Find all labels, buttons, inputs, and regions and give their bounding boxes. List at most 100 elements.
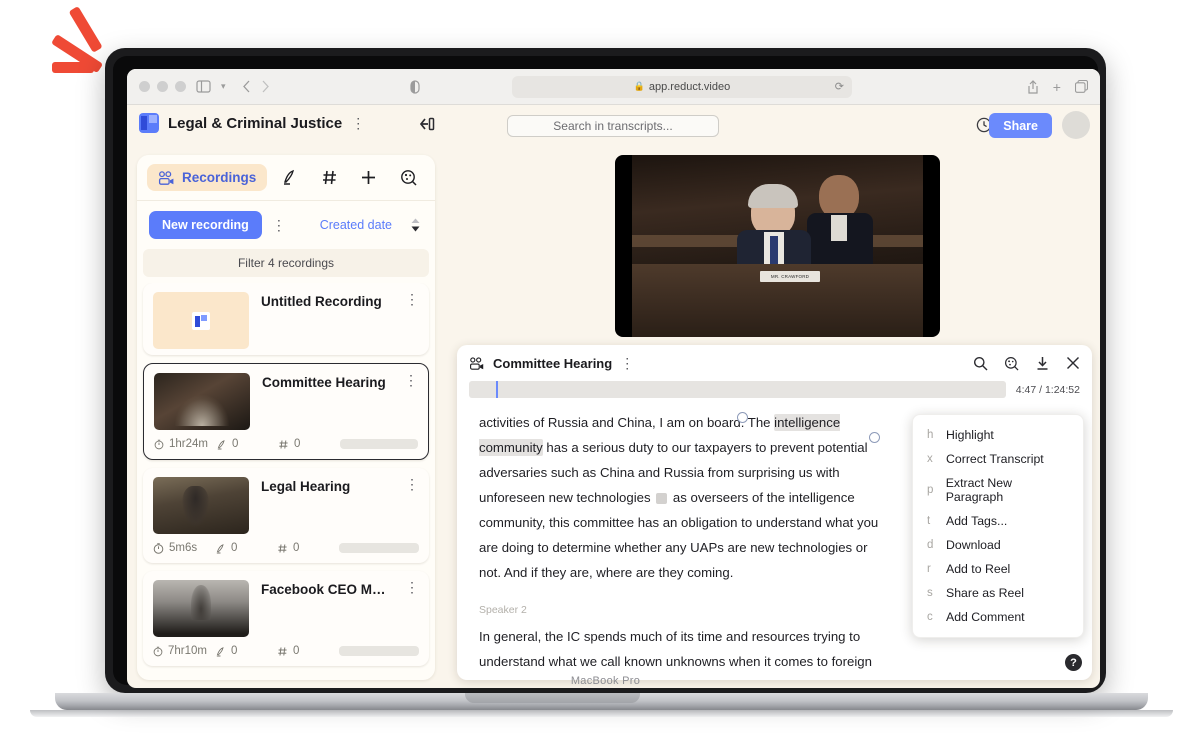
- laptop-screen: ▾ 🔒 app.reduct.video ⟳ + Legal & Crimina…: [127, 69, 1100, 688]
- menu-item-download[interactable]: d Download: [913, 533, 1083, 557]
- recording-menu-button[interactable]: ⋮: [404, 373, 418, 430]
- tags-count: 0: [293, 542, 300, 554]
- recording-title: Untitled Recording: [261, 294, 382, 309]
- menu-item-highlight[interactable]: h Highlight: [913, 423, 1083, 447]
- menu-item-correct-transcript[interactable]: x Correct Transcript: [913, 447, 1083, 471]
- recordings-sidebar: Recordings New recording ⋮ Created date …: [137, 155, 435, 680]
- device-label: MacBook Pro: [570, 675, 641, 687]
- minimize-window-button[interactable]: [157, 81, 168, 92]
- list-item[interactable]: Untitled Recording ⋮: [143, 283, 429, 355]
- transcript-panel: Committee Hearing ⋮ 4:47 / 1:24:52 activ…: [457, 345, 1092, 680]
- transcript-menu-button[interactable]: ⋮: [620, 356, 634, 370]
- recording-duration: 5m6s: [153, 542, 207, 554]
- share-icon[interactable]: [1027, 79, 1039, 94]
- recording-menu-button[interactable]: ⋮: [405, 477, 419, 534]
- menu-item-share-as-reel[interactable]: s Share as Reel: [913, 581, 1083, 605]
- recording-highlights: 0: [216, 438, 270, 450]
- recording-card-top: Untitled Recording ⋮: [143, 283, 429, 355]
- download-icon[interactable]: [1035, 356, 1050, 371]
- shortcut-key: r: [927, 563, 931, 575]
- transcript-paragraph-1[interactable]: activities of Russia and China, I am on …: [479, 410, 890, 585]
- hashtag-icon[interactable]: [313, 163, 346, 193]
- selection-handle-start[interactable]: [737, 412, 748, 423]
- laptop-lid: ▾ 🔒 app.reduct.video ⟳ + Legal & Crimina…: [105, 48, 1106, 693]
- brand-mark-bar: [52, 62, 94, 73]
- menu-item-add-tags[interactable]: t Add Tags...: [913, 509, 1083, 533]
- menu-item-label: Highlight: [946, 428, 994, 442]
- sort-arrows-icon[interactable]: [410, 218, 421, 232]
- sidebar-actions: New recording ⋮ Created date: [137, 201, 435, 249]
- new-recording-button[interactable]: New recording: [149, 211, 262, 239]
- video-person-background: [806, 175, 873, 270]
- laptop-bezel: ▾ 🔒 app.reduct.video ⟳ + Legal & Crimina…: [113, 56, 1100, 688]
- search-input[interactable]: Search in transcripts...: [507, 115, 719, 137]
- laptop-base-shadow: [30, 710, 1173, 717]
- transcript-context-menu[interactable]: h Highlight x Correct Transcript p Extra…: [912, 414, 1084, 638]
- recording-menu-button[interactable]: ⋮: [405, 580, 419, 637]
- menu-item-label: Extract New Paragraph: [945, 476, 1013, 504]
- video-player[interactable]: MR. CRAWFORD: [615, 155, 940, 337]
- forward-arrow-icon[interactable]: [261, 80, 270, 93]
- list-item[interactable]: Legal Hearing ⋮ 5m6s 0 0: [143, 468, 429, 563]
- plus-icon[interactable]: [352, 163, 385, 193]
- browser-toolbar: ▾ 🔒 app.reduct.video ⟳ +: [127, 69, 1100, 105]
- recording-card-top: Legal Hearing ⋮: [143, 468, 429, 540]
- project-header[interactable]: Legal & Criminal Justice ⋮: [139, 113, 365, 133]
- back-arrow-icon[interactable]: [242, 80, 251, 93]
- chevron-down-icon[interactable]: ▾: [221, 81, 226, 92]
- paragraph-1-before: activities of Russia and China, I am on …: [479, 415, 775, 430]
- list-item[interactable]: Committee Hearing ⋮ 1hr24m 0 0: [143, 363, 429, 460]
- help-button[interactable]: ?: [1065, 654, 1082, 671]
- sort-field-label[interactable]: Created date: [320, 218, 392, 232]
- menu-item-add-comment[interactable]: c Add Comment: [913, 605, 1083, 629]
- stopwatch-icon: [154, 439, 164, 449]
- highlighter-icon: [217, 439, 225, 449]
- sidebar-tabs: Recordings: [137, 155, 435, 201]
- reel-icon[interactable]: [1004, 356, 1019, 371]
- recording-tags: 0: [277, 542, 331, 554]
- close-icon[interactable]: [1066, 356, 1080, 370]
- tab-recordings[interactable]: Recordings: [147, 164, 268, 191]
- menu-item-add-to-reel[interactable]: r Add to Reel: [913, 557, 1083, 581]
- menu-item-label: Correct Transcript: [946, 452, 1044, 466]
- avatar[interactable]: [1062, 111, 1090, 139]
- speaker-label: Speaker 2: [479, 604, 527, 616]
- recording-card-top: Committee Hearing ⋮: [144, 364, 428, 436]
- playhead[interactable]: [495, 381, 498, 398]
- menu-item-label: Download: [946, 538, 1001, 552]
- window-traffic-lights[interactable]: [139, 81, 186, 92]
- filter-recordings-input[interactable]: Filter 4 recordings: [143, 249, 429, 277]
- recordings-list[interactable]: Untitled Recording ⋮ Committee Hearing ⋮: [137, 283, 435, 680]
- list-item[interactable]: Facebook CEO Mark Zuc... ⋮ 7hr10m: [143, 571, 429, 666]
- highlighter-icon[interactable]: [273, 163, 306, 193]
- timeline-scrubber[interactable]: [469, 381, 1006, 398]
- recording-stats: 7hr10m 0 0: [143, 643, 429, 666]
- sidebar-toggle-icon[interactable]: [196, 80, 211, 93]
- menu-item-extract-new-paragraph[interactable]: p Extract New Paragraph: [913, 471, 1083, 509]
- share-button[interactable]: Share: [989, 113, 1052, 138]
- recording-thumbnail: [153, 580, 249, 637]
- address-bar[interactable]: 🔒 app.reduct.video ⟳: [511, 75, 852, 98]
- reel-icon[interactable]: [392, 163, 425, 193]
- selection-handle-end[interactable]: [869, 432, 880, 443]
- collapse-sidebar-icon[interactable]: [419, 117, 435, 131]
- tab-overview-icon[interactable]: [1074, 80, 1088, 93]
- tags-count: 0: [294, 438, 301, 450]
- maximize-window-button[interactable]: [175, 81, 186, 92]
- reload-icon[interactable]: ⟳: [835, 80, 844, 93]
- laptop-base-notch: [465, 693, 640, 703]
- shortcut-key: x: [927, 453, 933, 465]
- recording-tags: 0: [278, 438, 332, 450]
- transcript-paragraph-2[interactable]: In general, the IC spends much of its ti…: [479, 624, 890, 680]
- close-window-button[interactable]: [139, 81, 150, 92]
- new-recording-menu-button[interactable]: ⋮: [272, 218, 286, 232]
- video-camera-icon: [158, 170, 175, 185]
- privacy-shield-icon[interactable]: [409, 79, 420, 94]
- search-icon[interactable]: [973, 356, 988, 371]
- transcript-text[interactable]: activities of Russia and China, I am on …: [457, 406, 912, 680]
- project-menu-button[interactable]: ⋮: [351, 116, 365, 130]
- duration-text: 5m6s: [169, 542, 198, 554]
- recording-menu-button[interactable]: ⋮: [405, 292, 419, 349]
- plus-icon[interactable]: +: [1053, 79, 1061, 95]
- recording-title: Facebook CEO Mark Zuc...: [261, 582, 393, 597]
